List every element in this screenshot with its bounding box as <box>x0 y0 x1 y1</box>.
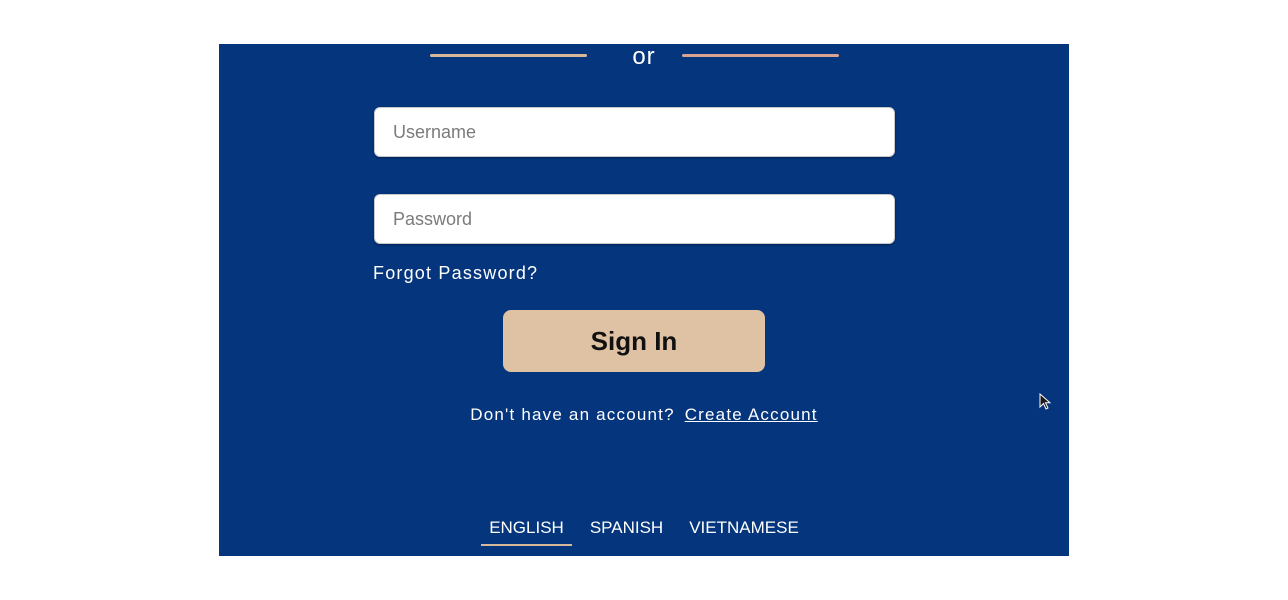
language-spanish[interactable]: SPANISH <box>582 518 671 546</box>
create-account-row: Don't have an account? Create Account <box>219 405 1069 425</box>
language-selector: ENGLISH SPANISH VIETNAMESE <box>219 518 1069 546</box>
username-input[interactable] <box>374 107 895 157</box>
sign-in-button[interactable]: Sign In <box>503 310 765 372</box>
divider-text: or <box>632 44 656 70</box>
password-input[interactable] <box>374 194 895 244</box>
divider-line-right <box>682 54 839 57</box>
language-vietnamese[interactable]: VIETNAMESE <box>681 518 807 546</box>
mouse-pointer-icon <box>1039 393 1051 410</box>
create-account-link[interactable]: Create Account <box>685 405 818 424</box>
language-english[interactable]: ENGLISH <box>481 518 572 546</box>
login-panel: or Forgot Password? Sign In Don't have a… <box>219 44 1069 556</box>
or-divider: or <box>219 44 1069 74</box>
forgot-password-link[interactable]: Forgot Password? <box>373 263 538 284</box>
account-prompt: Don't have an account? <box>470 405 675 424</box>
